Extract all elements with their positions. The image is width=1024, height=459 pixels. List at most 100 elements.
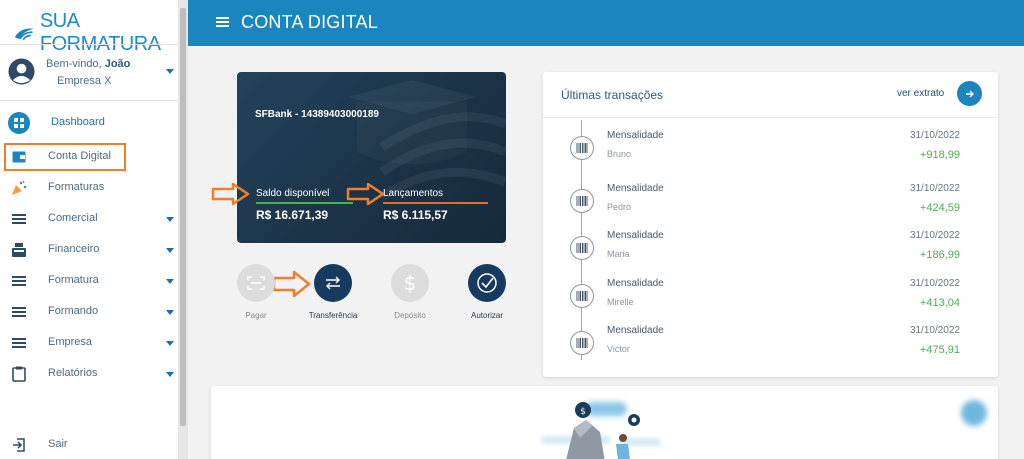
transaction-value: +424,59 [919,202,960,214]
transaction-value: +413,04 [919,297,960,309]
chevron-down-icon [166,341,174,346]
transaction-date: 31/10/2022 [909,278,960,289]
bottom-panel: $ [211,386,998,459]
transaction-row[interactable]: Mensalidade Pedro 31/10/2022 +424,59 [543,183,998,228]
sidebar-item-comercial[interactable]: Comercial [0,204,178,234]
menu-icon [10,304,28,320]
user-avatar-icon [8,58,35,85]
menu-icon [10,335,28,351]
brand-logo[interactable]: SUA FORMATURA [14,10,178,56]
sidebar-item-sair[interactable]: Sair [0,430,178,459]
arrow-right-icon [211,182,250,206]
chevron-down-icon[interactable] [166,69,174,74]
sidebar: SUA FORMATURA Bem-vindo, João Empresa X … [0,0,178,459]
welcome-text: Bem-vindo, João [46,58,131,70]
clipboard-icon [10,366,28,382]
transaction-row[interactable]: Mensalidade Bruno 31/10/2022 +918,99 [543,130,998,175]
ver-extrato-link[interactable]: ver extrato [897,88,944,99]
transaction-type: Mensalidade [607,278,664,289]
dashboard-icon [8,112,30,134]
arrow-right-icon [346,182,385,206]
transaction-row[interactable]: Mensalidade Mirelle 31/10/2022 +413,04 [543,278,998,323]
transactions-panel: Últimas transações ver extrato Mensalida… [543,72,998,377]
sidebar-item-label: Formatura [48,274,99,286]
barcode-icon [570,189,594,213]
autorizar-button[interactable]: Autorizar [455,264,519,320]
transaction-value: +475,91 [919,344,960,356]
highlight-annotation [4,143,126,171]
transactions-title: Últimas transações [561,88,664,102]
top-header: CONTA DIGITAL [188,0,1024,46]
transaction-type: Mensalidade [607,325,664,336]
logout-icon [10,437,28,453]
transaction-type: Mensalidade [607,130,664,141]
divider [0,100,178,101]
user-menu[interactable]: Bem-vindo, João Empresa X [8,54,178,100]
chevron-down-icon [166,310,174,315]
sidebar-item-relatorios[interactable]: Relatórios [0,359,178,389]
bank-card: SFBank - 14389403000189 Saldo disponível… [237,72,506,243]
menu-icon [10,211,28,227]
dollar-icon: $ [391,264,429,302]
chevron-down-icon [166,372,174,377]
transaction-name: Victor [607,344,630,354]
sidebar-scroll-thumb[interactable] [180,8,186,426]
logo-icon [14,28,35,41]
barcode-icon [570,284,594,308]
menu-toggle-icon[interactable] [216,17,229,27]
ver-extrato-button[interactable] [957,81,982,106]
transaction-value: +186,99 [919,249,960,261]
action-label: Depósito [394,311,426,320]
barcode-icon [570,136,594,160]
action-label: Pagar [245,311,267,320]
transaction-row[interactable]: Mensalidade Maria 31/10/2022 +186,99 [543,230,998,275]
sidebar-item-label: Formaturas [48,181,105,193]
lancamentos-bar [383,202,488,204]
transaction-row[interactable]: Mensalidade Victor 31/10/2022 +475,91 [543,325,998,370]
transferencia-button[interactable]: Transferência [301,264,365,320]
saldo-label: Saldo disponível [256,188,330,199]
transfer-arrows-icon [314,264,352,302]
sidebar-item-formando[interactable]: Formando [0,297,178,327]
sidebar-item-label: Comercial [48,212,98,224]
lancamentos-label: Lançamentos [383,188,444,199]
sidebar-item-financeiro[interactable]: Financeiro [0,235,178,265]
saldo-bar [256,202,353,204]
divider [543,117,998,118]
pagar-button[interactable]: Pagar [224,264,288,320]
barcode-icon [570,236,594,260]
transaction-name: Mirelle [607,297,634,307]
sidebar-item-label: Sair [48,438,68,450]
sidebar-item-formatura[interactable]: Formatura [0,266,178,296]
sidebar-item-label: Formando [48,305,99,317]
blurred-element [961,400,987,426]
action-label: Autorizar [470,311,503,320]
barcode-icon [570,331,594,355]
deposito-button[interactable]: $ Depósito [378,264,442,320]
transaction-date: 31/10/2022 [909,230,960,241]
sidebar-item-label: Financeiro [48,243,100,255]
saldo-value: R$ 16.671,39 [256,208,329,222]
company-name: Empresa X [57,75,112,87]
transaction-type: Mensalidade [607,183,664,194]
transaction-date: 31/10/2022 [909,325,960,336]
menu-icon [10,273,28,289]
transaction-value: +918,99 [919,149,960,161]
transaction-name: Bruno [607,149,632,159]
lancamentos-value: R$ 6.115,57 [383,208,448,222]
cash-register-icon [10,242,28,258]
arrow-right-icon [965,90,974,97]
transaction-name: Pedro [607,202,632,212]
page-title: CONTA DIGITAL [241,12,378,32]
sidebar-item-empresa[interactable]: Empresa [0,328,178,358]
sidebar-item-formaturas[interactable]: Formaturas [0,173,178,203]
svg-text:$: $ [580,407,586,417]
transaction-name: Maria [607,249,630,259]
check-badge-icon [468,264,506,302]
sidebar-item-dashboard[interactable]: Dashboard [0,108,178,138]
chevron-down-icon [166,217,174,222]
transaction-date: 31/10/2022 [909,130,960,141]
transaction-date: 31/10/2022 [909,183,960,194]
divider [0,44,178,45]
sidebar-item-label: Relatórios [48,367,98,379]
